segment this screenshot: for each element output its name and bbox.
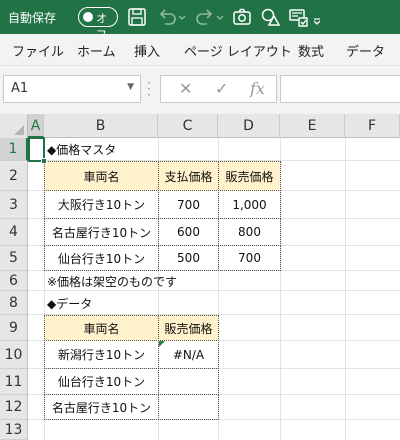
master-cell-vehicle[interactable]: 仙台行き10トン: [44, 245, 159, 271]
master-header-payment-price[interactable]: 支払価格: [158, 161, 219, 191]
tab-file[interactable]: ファイル: [12, 41, 64, 60]
select-all-triangle-icon: [14, 125, 24, 135]
master-header-vehicle[interactable]: 車両名: [44, 161, 159, 191]
data-cell-vehicle[interactable]: 名古屋行き10トン: [44, 394, 159, 420]
insert-function-icon[interactable]: fx: [250, 79, 265, 98]
error-indicator-icon[interactable]: [159, 341, 165, 347]
name-box-value: A1: [11, 81, 29, 96]
data-header-vehicle[interactable]: 車両名: [44, 315, 159, 341]
row-header-3[interactable]: 3: [0, 191, 28, 219]
tab-data[interactable]: データ: [346, 41, 385, 60]
data-cell-sales-error[interactable]: #N/A: [158, 340, 219, 369]
row-header-5[interactable]: 5: [0, 246, 28, 271]
tab-page-layout[interactable]: ページ レイアウト: [184, 41, 292, 60]
master-cell-payment[interactable]: 700: [158, 190, 219, 219]
camera-icon[interactable]: [231, 6, 253, 28]
master-cell-payment[interactable]: 600: [158, 218, 219, 246]
master-cell-vehicle[interactable]: 大阪行き10トン: [44, 190, 159, 219]
autosave-label: 自動保存: [8, 11, 57, 25]
row-header-8[interactable]: 8: [0, 291, 28, 315]
form-icon[interactable]: [287, 6, 309, 28]
data-cell-sales[interactable]: [158, 394, 219, 420]
qat-customize-icon[interactable]: [312, 6, 322, 28]
title-bar: 自動保存 オフ: [0, 0, 400, 41]
master-cell-sales[interactable]: 700: [218, 245, 281, 271]
enter-icon[interactable]: ✓: [215, 79, 228, 98]
data-cell-vehicle[interactable]: 新潟行き10トン: [44, 340, 159, 369]
data-header-sales-price[interactable]: 販売価格: [158, 315, 219, 341]
redo-icon[interactable]: [194, 6, 216, 28]
formula-bar: A1 ▼ · · · ✕ ✓ fx: [0, 66, 400, 114]
name-box[interactable]: A1 ▼: [3, 75, 141, 103]
row-header-2[interactable]: 2: [0, 161, 28, 191]
row-header-10[interactable]: 10: [0, 341, 28, 369]
shapes-icon[interactable]: [259, 6, 281, 28]
undo-dropdown-icon[interactable]: [177, 6, 187, 28]
splitter-handle-icon[interactable]: · · ·: [147, 77, 151, 101]
tab-formulas[interactable]: 数式: [298, 41, 324, 60]
column-header-d[interactable]: D: [218, 114, 280, 138]
column-header-b[interactable]: B: [44, 114, 158, 138]
master-cell-sales[interactable]: 1,000: [218, 190, 281, 219]
row-header-6[interactable]: 6: [0, 271, 28, 291]
row-header-1[interactable]: 1: [0, 138, 28, 161]
data-cell-vehicle[interactable]: 仙台行き10トン: [44, 368, 159, 395]
row-header-12[interactable]: 12: [0, 395, 28, 420]
column-header-c[interactable]: C: [158, 114, 218, 138]
column-header-e[interactable]: E: [280, 114, 345, 138]
data-cell-sales[interactable]: [158, 368, 219, 395]
column-header-f[interactable]: F: [345, 114, 400, 138]
section-title-data[interactable]: ◆データ: [44, 291, 194, 315]
redo-dropdown-icon[interactable]: [215, 6, 225, 28]
price-note[interactable]: ※価格は架空のものです: [44, 271, 274, 291]
master-cell-sales[interactable]: 800: [218, 218, 281, 246]
fill-handle[interactable]: [41, 158, 47, 164]
gridline: [345, 138, 346, 440]
section-title-master[interactable]: ◆価格マスタ: [44, 138, 224, 161]
row-header-13[interactable]: 13: [0, 420, 28, 440]
worksheet-grid[interactable]: A B C D E F 1 2 3 4 5 6 8 9 10 11 12 13 …: [0, 114, 400, 440]
undo-icon[interactable]: [156, 6, 178, 28]
column-header-a[interactable]: A: [28, 114, 44, 138]
row-header-9[interactable]: 9: [0, 315, 28, 341]
formula-input[interactable]: [280, 75, 400, 103]
master-cell-vehicle[interactable]: 名古屋行き10トン: [44, 218, 159, 246]
chevron-down-icon[interactable]: ▼: [127, 82, 134, 92]
tab-insert[interactable]: 挿入: [134, 41, 160, 60]
autosave-toggle[interactable]: オフ: [78, 7, 118, 41]
save-icon[interactable]: [126, 6, 148, 28]
row-header-11[interactable]: 11: [0, 369, 28, 395]
ribbon-tabs: ファイル ホーム 挿入 ページ レイアウト 数式 データ: [0, 34, 400, 66]
select-all-button[interactable]: [0, 114, 28, 138]
master-cell-payment[interactable]: 500: [158, 245, 219, 271]
toggle-knob: [83, 11, 93, 22]
tab-home[interactable]: ホーム: [77, 41, 116, 60]
master-header-sales-price[interactable]: 販売価格: [218, 161, 281, 191]
formula-buttons: ✕ ✓ fx: [160, 75, 277, 103]
row-header-4[interactable]: 4: [0, 219, 28, 246]
cancel-icon[interactable]: ✕: [179, 79, 192, 98]
